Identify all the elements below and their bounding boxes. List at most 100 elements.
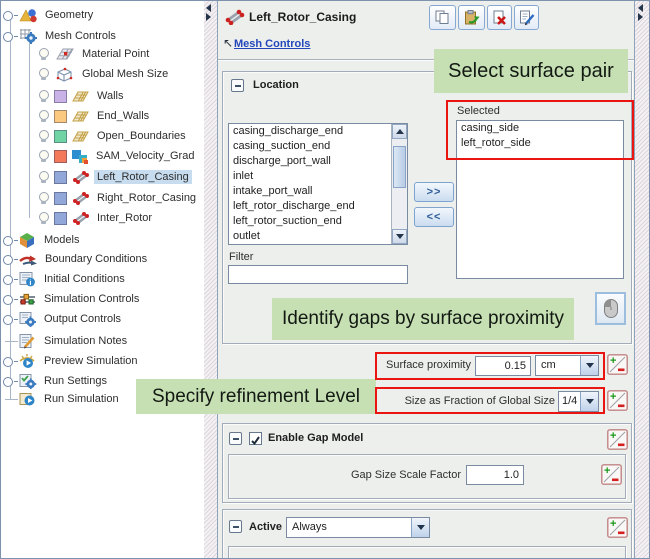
color-swatch[interactable] <box>54 89 67 103</box>
tree-item-label: Output Controls <box>44 313 122 325</box>
filter-input[interactable] <box>228 265 408 284</box>
add-selection-button[interactable]: >> <box>414 182 454 202</box>
tree-item-label: Run Simulation <box>44 393 119 405</box>
active-subpanel <box>228 546 626 558</box>
tree-item-models[interactable]: Models <box>1 231 203 249</box>
bulb-icon[interactable] <box>37 89 49 104</box>
tree-item-inter-rotor[interactable]: Inter_Rotor <box>1 209 203 227</box>
bulb-icon[interactable] <box>37 109 49 124</box>
color-swatch[interactable] <box>54 170 67 184</box>
tree-item-global-mesh-size[interactable]: Global Mesh Size <box>1 65 203 83</box>
list-item[interactable]: casing_suction_end <box>229 139 407 154</box>
paste-button[interactable] <box>458 5 485 30</box>
splitter-collapse-right-icon[interactable] <box>638 13 643 21</box>
bulb-icon[interactable] <box>37 129 49 144</box>
tree-item-label: Left_Rotor_Casing <box>94 170 192 184</box>
svg-text:+: + <box>610 518 616 530</box>
list-item[interactable]: inlet <box>229 169 407 184</box>
enable-gap-model-checkbox[interactable] <box>249 432 262 446</box>
preview-simulation-icon <box>18 353 37 369</box>
list-item[interactable]: left_rotor_discharge_end <box>229 199 407 214</box>
list-item[interactable]: discharge_port_wall <box>229 154 407 169</box>
tree-item-preview-simulation[interactable]: Preview Simulation <box>1 352 203 370</box>
tree-item-mesh-controls[interactable]: Mesh Controls <box>1 27 203 45</box>
tree-item-simulation-controls[interactable]: Simulation Controls <box>1 290 203 308</box>
tree-expander-icon[interactable] <box>1 231 18 249</box>
delete-button[interactable] <box>487 5 512 30</box>
tree-item-geometry[interactable]: Geometry <box>1 6 203 24</box>
bulb-icon[interactable] <box>37 170 49 185</box>
panel-scrollbar[interactable] <box>635 1 649 558</box>
copy-icon <box>435 10 449 24</box>
tree-item-end-walls[interactable]: End_Walls <box>1 107 203 125</box>
tree-branch-stub <box>1 390 18 408</box>
edit-button[interactable] <box>514 5 539 30</box>
color-swatch[interactable] <box>54 211 67 225</box>
remove-selection-button[interactable]: << <box>414 207 454 227</box>
tree-expander-icon[interactable] <box>1 250 18 268</box>
tree-item-material-point[interactable]: Material Point <box>1 45 203 63</box>
gap-size-scale-factor-input[interactable] <box>466 465 524 485</box>
active-expression-button[interactable]: + <box>607 517 628 538</box>
svg-text:i: i <box>29 278 31 287</box>
tree-item-boundary-conditions[interactable]: Boundary Conditions <box>1 250 203 268</box>
tree-item-output-controls[interactable]: Output Controls <box>1 310 203 328</box>
scrollbar-thumb[interactable] <box>393 146 406 188</box>
gap-model-collapse-button[interactable] <box>229 432 242 445</box>
color-swatch[interactable] <box>54 129 67 143</box>
color-swatch[interactable] <box>54 149 67 163</box>
bulb-icon[interactable] <box>37 47 49 62</box>
gap-model-expression-button[interactable]: + <box>607 429 628 450</box>
fraction-expression-button[interactable]: + <box>607 390 628 411</box>
sam-refinement-icon <box>71 149 89 164</box>
tree-item-initial-conditions[interactable]: i Initial Conditions <box>1 270 203 288</box>
tree-item-label: Material Point <box>82 48 150 60</box>
list-item[interactable]: intake_port_wall <box>229 184 407 199</box>
tree-expander-icon[interactable] <box>1 290 18 308</box>
list-item[interactable]: outlet <box>229 229 407 244</box>
tree-expander-icon[interactable] <box>1 6 18 24</box>
tree-expander-icon[interactable] <box>1 352 18 370</box>
tree-expander-icon[interactable] <box>1 372 18 390</box>
page-title: Left_Rotor_Casing <box>249 10 357 24</box>
run-simulation-icon <box>18 391 37 407</box>
model-tree: Geometry Mesh Controls Material Point Gl… <box>1 1 204 558</box>
color-swatch[interactable] <box>54 109 67 123</box>
highlight-size-fraction <box>375 387 605 414</box>
list-item[interactable]: left_rotor_suction_end <box>229 214 407 229</box>
splitter-collapse-left-icon[interactable] <box>206 4 211 12</box>
simulation-notes-icon <box>18 333 37 349</box>
mouse-icon <box>603 299 618 318</box>
bulb-icon[interactable] <box>37 211 49 226</box>
active-dropdown[interactable]: Always <box>286 517 430 538</box>
bulb-icon[interactable] <box>37 149 49 164</box>
splitter-collapse-left-icon[interactable] <box>638 4 643 12</box>
mouse-pick-button[interactable] <box>595 292 626 325</box>
gap-factor-expression-button[interactable]: + <box>601 464 622 485</box>
tree-item-simulation-notes[interactable]: Simulation Notes <box>1 332 203 350</box>
active-collapse-button[interactable] <box>229 520 242 533</box>
tree-item-left-rotor-casing[interactable]: Left_Rotor_Casing <box>1 168 203 186</box>
chevron-down-icon[interactable] <box>411 518 429 537</box>
tree-item-open-boundaries[interactable]: Open_Boundaries <box>1 127 203 145</box>
list-scrollbar[interactable] <box>391 124 407 244</box>
scroll-up-button[interactable] <box>392 124 407 139</box>
tree-expander-icon[interactable] <box>1 27 18 45</box>
color-swatch[interactable] <box>54 191 67 205</box>
tree-expander-icon[interactable] <box>1 310 18 328</box>
splitter-collapse-right-icon[interactable] <box>206 13 211 21</box>
tree-item-walls[interactable]: Walls <box>1 87 203 105</box>
tree-item-right-rotor-casing[interactable]: Right_Rotor_Casing <box>1 189 203 207</box>
scroll-down-button[interactable] <box>392 229 407 244</box>
list-item[interactable]: casing_discharge_end <box>229 124 407 139</box>
tree-expander-icon[interactable] <box>1 270 18 288</box>
available-surfaces-list[interactable]: casing_discharge_end casing_suction_end … <box>228 123 408 245</box>
breadcrumb-mesh-controls-link[interactable]: Mesh Controls <box>234 38 310 50</box>
location-collapse-button[interactable] <box>231 79 244 92</box>
bulb-icon[interactable] <box>37 67 49 82</box>
tree-item-sam-velocity-grad[interactable]: SAM_Velocity_Grad <box>1 147 203 165</box>
bulb-icon[interactable] <box>37 191 49 206</box>
proximity-expression-button[interactable]: + <box>607 354 628 375</box>
tree-scrollbar[interactable] <box>204 1 217 558</box>
copy-button[interactable] <box>429 5 456 30</box>
